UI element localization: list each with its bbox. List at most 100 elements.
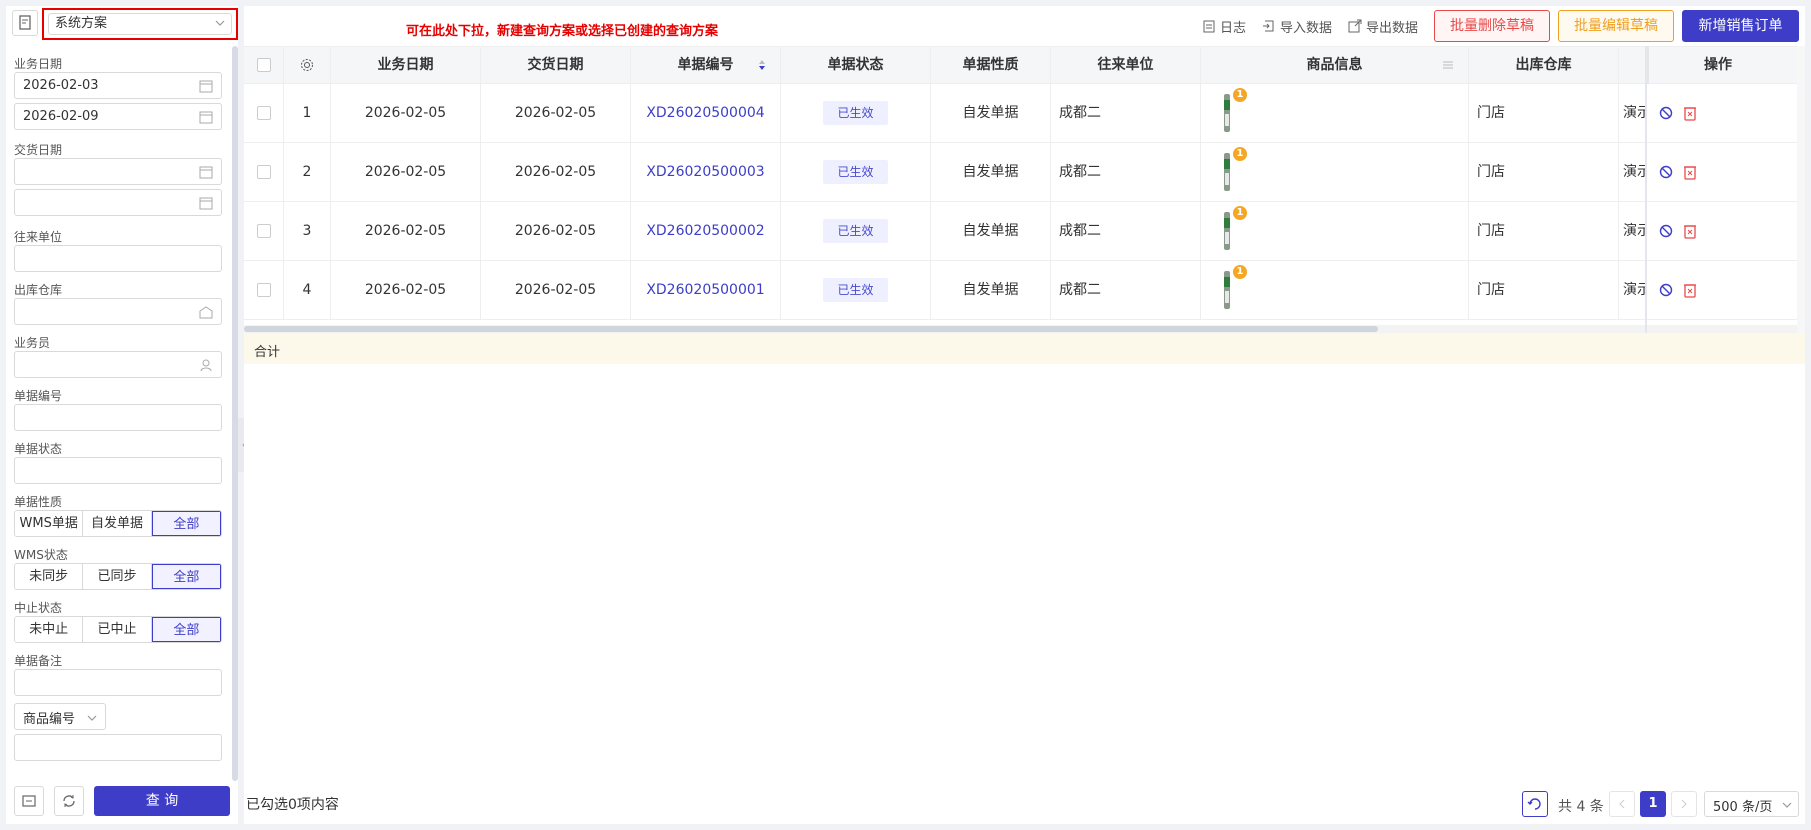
doc-no-link[interactable]: XD26020500004	[631, 84, 781, 142]
import-label: 导入数据	[1280, 20, 1333, 36]
business-date-from-input[interactable]: 2026-02-03	[14, 72, 222, 99]
scheme-icon-button[interactable]	[12, 10, 38, 36]
nature-cell: 自发单据	[931, 143, 1051, 201]
header-partner[interactable]: 往来单位	[1051, 46, 1201, 84]
row-checkbox[interactable]	[257, 224, 271, 238]
product-code-input[interactable]	[14, 734, 222, 761]
suspend-icon[interactable]	[1659, 106, 1673, 120]
table-row[interactable]: 1 2026-02-05 2026-02-05 XD26020500004 已生效 自发单…	[244, 84, 1805, 143]
doc-no-input[interactable]	[14, 404, 222, 431]
suspend-status-option-not[interactable]: 未中止	[15, 617, 84, 642]
suspend-icon[interactable]	[1659, 283, 1673, 297]
doc-no-link[interactable]: XD26020500003	[631, 143, 781, 201]
user-icon	[200, 359, 212, 372]
filter-scrollbar[interactable]	[232, 46, 238, 781]
scheme-label: 系统方案	[55, 16, 108, 31]
partner-cell: 成都二	[1051, 261, 1201, 319]
delivery-date-cell: 2026-02-05	[481, 202, 631, 260]
doc-nature-option-self[interactable]: 自发单据	[83, 511, 152, 536]
warehouse-cell: 门店	[1469, 84, 1619, 142]
header-doc-status[interactable]: 单据状态	[781, 46, 931, 84]
doc-no-link[interactable]: XD26020500002	[631, 202, 781, 260]
table-row[interactable]: 2 2026-02-05 2026-02-05 XD26020500003 已生效 自发单…	[244, 143, 1805, 202]
business-date-label: 业务日期	[14, 57, 63, 71]
delete-icon[interactable]	[1683, 164, 1697, 180]
delivery-date-cell: 2026-02-05	[481, 84, 631, 142]
header-doc-nature[interactable]: 单据性质	[931, 46, 1051, 84]
salesperson-input[interactable]	[14, 351, 222, 378]
doc-nature-option-wms[interactable]: WMS单据	[15, 511, 84, 536]
delivery-date-to-input[interactable]	[14, 189, 222, 216]
header-doc-no[interactable]: 单据编号	[631, 46, 781, 84]
menu-icon[interactable]	[1442, 59, 1454, 71]
scheme-select[interactable]: 系统方案	[42, 8, 238, 40]
log-label: 日志	[1220, 20, 1247, 36]
doc-nature-segment: WMS单据 自发单据 全部	[14, 510, 222, 537]
product-thumbnail[interactable]	[1221, 153, 1233, 191]
save-scheme-button[interactable]	[14, 786, 44, 816]
header-delivery-date[interactable]: 交货日期	[481, 46, 631, 84]
row-checkbox[interactable]	[257, 165, 271, 179]
doc-nature-option-all[interactable]: 全部	[151, 511, 221, 536]
suspend-status-option-all[interactable]: 全部	[151, 617, 221, 642]
doc-status-input[interactable]	[14, 457, 222, 484]
remark-input[interactable]	[14, 669, 222, 696]
table-scrollbar-thumb[interactable]	[244, 326, 1378, 332]
chevron-left-icon	[1619, 799, 1625, 809]
product-code-select[interactable]: 商品编号	[14, 703, 106, 730]
gear-icon[interactable]	[300, 58, 314, 72]
business-date-to-input[interactable]: 2026-02-09	[14, 103, 222, 130]
header-product-info[interactable]: 商品信息	[1201, 46, 1469, 84]
row-checkbox[interactable]	[257, 106, 271, 120]
batch-edit-draft-button[interactable]: 批量编辑草稿	[1558, 10, 1674, 42]
wms-status-option-unsynced[interactable]: 未同步	[15, 564, 84, 589]
product-thumbnail[interactable]	[1221, 212, 1233, 250]
sort-icon[interactable]	[758, 59, 766, 71]
chevron-down-icon	[1782, 802, 1792, 808]
row-checkbox[interactable]	[257, 283, 271, 297]
header-business-date[interactable]: 业务日期	[331, 46, 481, 84]
refresh-page-button[interactable]	[1522, 791, 1548, 817]
grid-vertical-track	[1797, 46, 1805, 333]
delete-icon[interactable]	[1683, 105, 1697, 121]
page-number-button[interactable]: 1	[1640, 791, 1666, 817]
export-button[interactable]: 导出数据	[1348, 16, 1418, 36]
partner-label: 往来单位	[14, 230, 63, 244]
prev-page-button[interactable]	[1609, 791, 1635, 817]
new-sales-order-button[interactable]: 新增销售订单	[1682, 10, 1799, 42]
query-button[interactable]: 查 询	[94, 786, 230, 816]
suspend-status-option-yes[interactable]: 已中止	[83, 617, 152, 642]
delivery-date-from-input[interactable]	[14, 158, 222, 185]
business-date-cell: 2026-02-05	[331, 143, 481, 201]
delete-icon[interactable]	[1683, 282, 1697, 298]
reset-button[interactable]	[54, 786, 84, 816]
wms-status-segment: 未同步 已同步 全部	[14, 563, 222, 590]
selected-count: 已勾选0项内容	[246, 797, 339, 813]
product-thumbnail[interactable]	[1221, 271, 1233, 309]
header-warehouse[interactable]: 出库仓库	[1469, 46, 1619, 84]
suspend-icon[interactable]	[1659, 224, 1673, 238]
partner-input[interactable]	[14, 245, 222, 272]
page-size-select[interactable]: 500 条/页	[1704, 791, 1799, 817]
product-info-cell: 1	[1201, 143, 1469, 201]
warehouse-cell: 门店	[1469, 202, 1619, 260]
wms-status-option-synced[interactable]: 已同步	[83, 564, 152, 589]
batch-delete-draft-button[interactable]: 批量删除草稿	[1434, 10, 1550, 42]
warehouse-input[interactable]	[14, 298, 222, 325]
table-row[interactable]: 3 2026-02-05 2026-02-05 XD26020500002 已生效 自发单…	[244, 202, 1805, 261]
delete-icon[interactable]	[1683, 223, 1697, 239]
select-all-checkbox[interactable]	[257, 58, 271, 72]
next-page-button[interactable]	[1671, 791, 1697, 817]
doc-no-link[interactable]: XD26020500001	[631, 261, 781, 319]
wms-status-option-all[interactable]: 全部	[151, 564, 221, 589]
product-thumbnail[interactable]	[1221, 94, 1233, 132]
status-badge: 已生效	[823, 160, 888, 184]
log-button[interactable]: 日志	[1202, 16, 1246, 36]
suspend-icon[interactable]	[1659, 165, 1673, 179]
warehouse-label: 出库仓库	[14, 283, 63, 297]
import-button[interactable]: 导入数据	[1262, 16, 1332, 36]
table-row[interactable]: 4 2026-02-05 2026-02-05 XD26020500001 已生效 自发单…	[244, 261, 1805, 320]
status-cell: 已生效	[781, 261, 931, 319]
row-index: 3	[284, 202, 331, 260]
warehouse-cell: 门店	[1469, 143, 1619, 201]
